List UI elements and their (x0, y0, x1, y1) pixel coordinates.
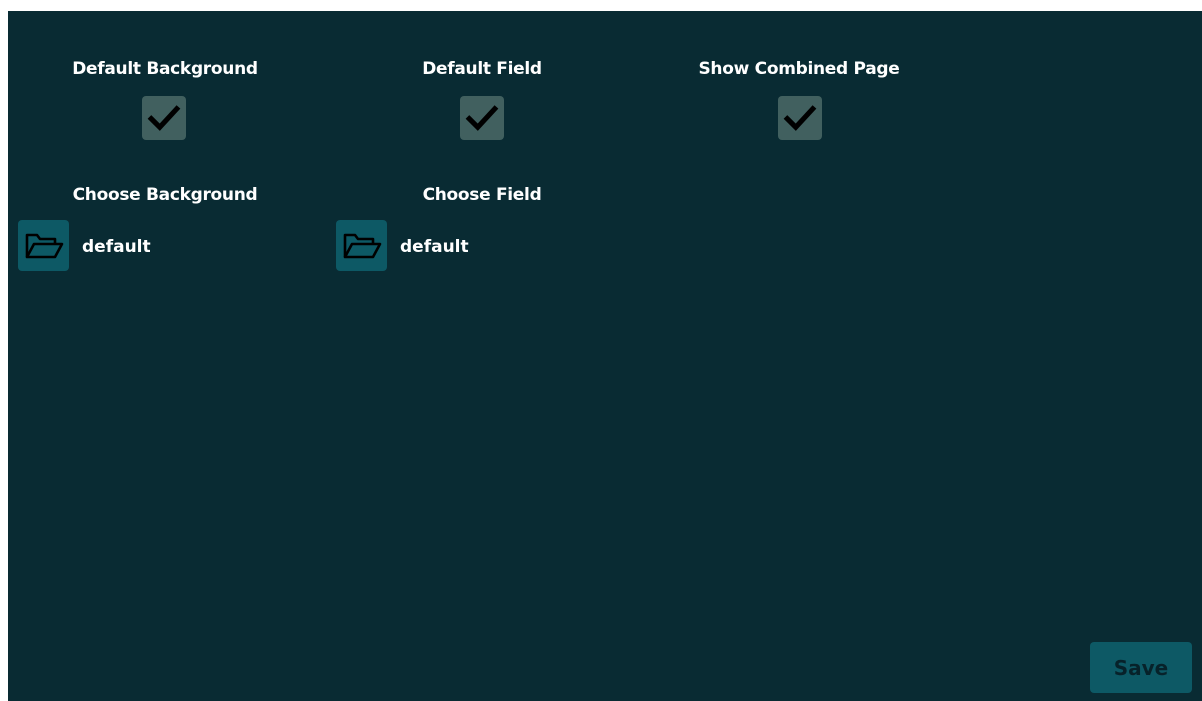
settings-panel: Default Background Default Field Show Co… (8, 11, 1202, 701)
default-field-checkbox[interactable] (460, 96, 504, 140)
save-button[interactable]: Save (1090, 642, 1192, 693)
show-combined-page-checkbox[interactable] (778, 96, 822, 140)
show-combined-page-label: Show Combined Page (698, 59, 900, 79)
checkmark-icon (465, 105, 499, 131)
folder-open-icon (343, 233, 381, 258)
field-path-value: default (400, 237, 469, 257)
choose-background-label: Choose Background (72, 185, 258, 205)
folder-open-icon (25, 233, 63, 258)
default-field-label: Default Field (422, 59, 542, 79)
choose-background-button[interactable] (18, 220, 69, 271)
choose-field-button[interactable] (336, 220, 387, 271)
default-background-checkbox[interactable] (142, 96, 186, 140)
choose-field-label: Choose Field (422, 185, 542, 205)
checkmark-icon (147, 105, 181, 131)
checkmark-icon (783, 105, 817, 131)
background-path-value: default (82, 237, 151, 257)
default-background-label: Default Background (72, 59, 258, 79)
